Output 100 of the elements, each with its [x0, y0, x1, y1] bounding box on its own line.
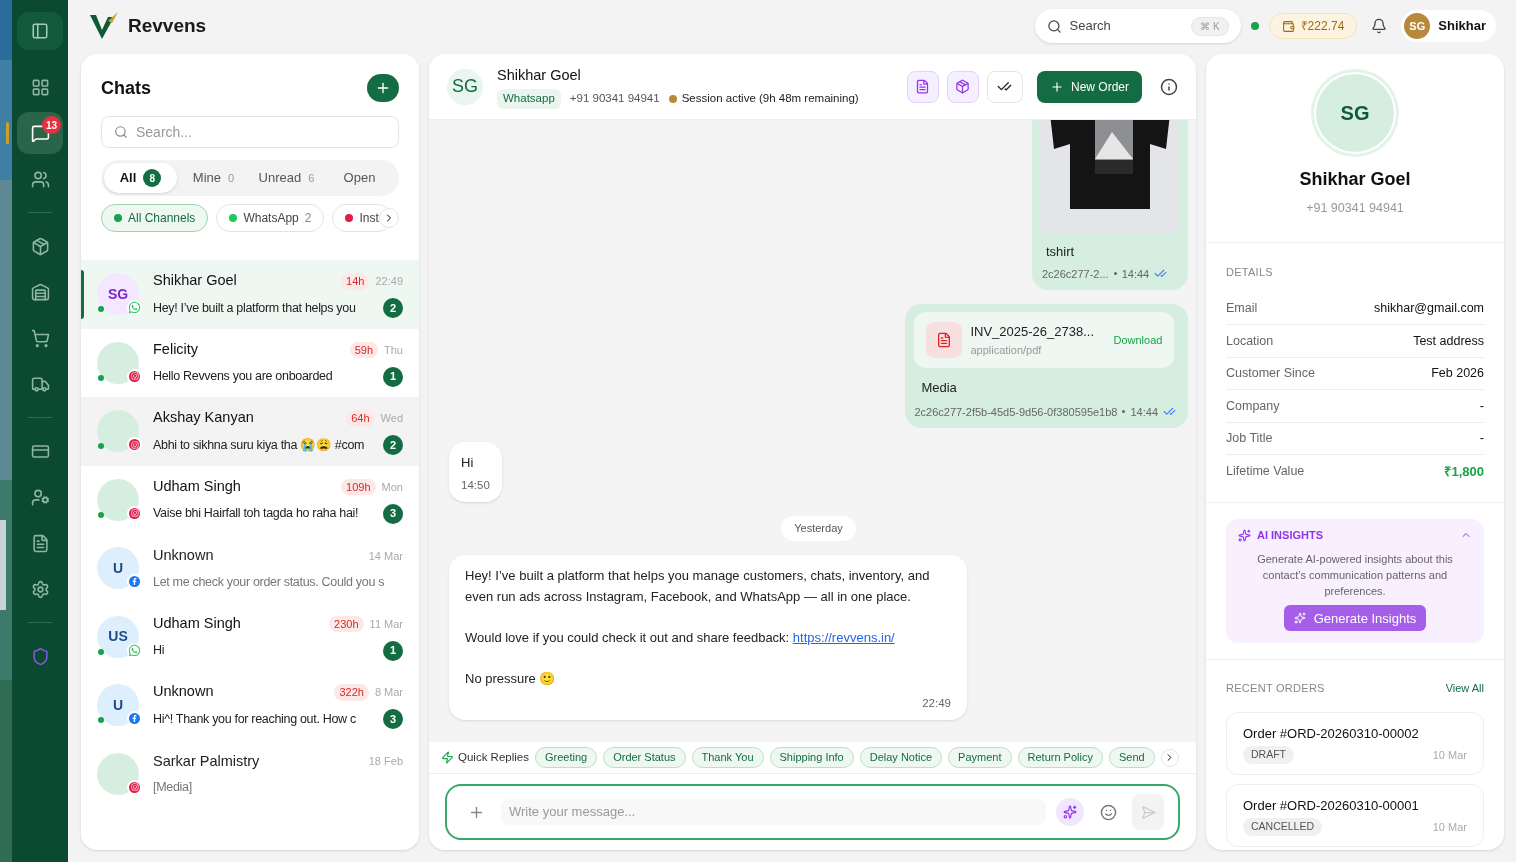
user-avatar: SG [1404, 13, 1431, 39]
message-preview: [Media] [153, 779, 193, 797]
message-preview: Hello Revvens you are onboarded [153, 368, 334, 386]
message-field[interactable]: Write your message... [501, 799, 1046, 825]
ai-insights-header[interactable]: AI INSIGHTS [1238, 526, 1472, 544]
order-card[interactable]: Order #ORD-20260310-00001 CANCELLED 10 Mar [1226, 783, 1484, 847]
wait-time-badge: 64h [346, 410, 375, 427]
message-preview: Hi [153, 642, 166, 660]
message-preview: Hey! I’ve built a platform that helps you [153, 299, 357, 317]
unread-count: 3 [383, 709, 403, 730]
contact-name: Sarkar Palmistry [153, 751, 261, 771]
unread-count: 2 [383, 435, 403, 456]
order-status: CANCELLED [1243, 818, 1323, 836]
contact-avatar: U [97, 684, 139, 727]
detail-label: Job Title [1226, 430, 1273, 448]
detail-label: Location [1226, 332, 1274, 350]
search-field[interactable]: Search... [101, 116, 399, 148]
date-separator: Yesterday [781, 516, 856, 541]
new-order-button[interactable]: New Order [1037, 70, 1142, 103]
conversation-item[interactable]: U Unknown 14 Mar Let me check your order status. Could you s [81, 534, 419, 603]
generate-insights-button[interactable]: Generate Insights [1283, 605, 1427, 632]
unread-count: 3 [383, 503, 403, 524]
unread-count: 1 [383, 640, 403, 661]
wallet-balance[interactable]: ₹222.74 [1268, 13, 1358, 39]
message-time: Wed [380, 411, 403, 426]
message-time: 14:44 [1130, 404, 1158, 420]
contact-name: Akshay Kanyan [153, 408, 255, 428]
panel-title: Chats [101, 76, 151, 100]
contact-avatar: US [97, 615, 139, 658]
wait-time-badge: 322h [334, 684, 369, 701]
unread-count: 2 [383, 298, 403, 319]
channel-chip[interactable]: All Channels [101, 204, 209, 232]
contact-phone: +91 90341 94941 [1306, 200, 1404, 217]
order-date: 10 Mar [1432, 747, 1467, 763]
shortcut-hint: ⌘ K [1191, 16, 1229, 36]
contact-name: Unknown [153, 546, 215, 565]
conversation-item[interactable]: Akshay Kanyan 64h Wed Abhi to sikhna suru kiya tha 😭😩 #com 2 [81, 397, 419, 466]
message-text: tshirt [1045, 243, 1076, 261]
message-time: 11 Mar [369, 616, 403, 632]
conversation-item[interactable]: Udham Singh 109h Mon Vaise bhi Hairfall toh tagda ho raha hai! 3 [81, 465, 419, 534]
message-id: 2c26c277-2f5b-45d5-9d56-0f380595e1b8 [914, 404, 1118, 420]
balance-amount: ₹222.74 [1300, 18, 1345, 35]
session-status: Session active (9h 48m remaining) [681, 91, 859, 107]
contact-name: Felicity [153, 339, 200, 359]
wait-time-badge: 14h [341, 273, 370, 290]
message-preview: Hi^! Thank you for reaching out. How c [153, 710, 357, 728]
message-preview: Vaise bhi Hairfall toh tagda ho raha hai! [153, 505, 360, 523]
quick-reply-chip[interactable]: Order Status [603, 747, 686, 768]
section-title: DETAILS [1226, 265, 1273, 278]
search-input[interactable]: Search... [136, 121, 386, 143]
user-name: Shikhar [1438, 17, 1486, 36]
order-status: DRAFT [1243, 746, 1294, 764]
contact-avatar: U [97, 547, 139, 590]
conversation-item[interactable]: SG Shikhar Goel 14h 22:49 Hey! I’ve built a platform that helps you 2 [81, 260, 419, 329]
message-time: 22:49 [375, 274, 403, 289]
filter-tab[interactable]: Unread 6 [250, 163, 323, 193]
detail-label: Customer Since [1226, 365, 1315, 383]
message-input[interactable]: Write your message... [509, 802, 1038, 822]
order-card[interactable]: Order #ORD-20260310-00002 DRAFT 10 Mar [1226, 711, 1484, 775]
contact-name: Shikhar Goel [497, 65, 582, 85]
view-all-link[interactable]: View All [1445, 680, 1484, 697]
contact-name: Unknown [153, 682, 215, 702]
wait-time-badge: 59h [349, 341, 379, 358]
quick-reply-chip[interactable]: Delay Notice [859, 747, 943, 768]
filter-tab[interactable]: All 8 [104, 163, 177, 193]
quick-reply-chip[interactable]: Return Policy [1017, 747, 1103, 768]
search-input[interactable]: Search [1069, 16, 1184, 36]
message-text: Hi [461, 454, 475, 472]
message-time: Mon [381, 479, 403, 495]
message-link[interactable]: https://revvens.in/ [792, 629, 895, 645]
filter-tab[interactable]: Mine 0 [177, 163, 250, 193]
conversation-item[interactable]: Felicity 59h Thu Hello Revvens you are onboarded 1 [81, 328, 419, 397]
contact-avatar: SG [447, 68, 483, 105]
quick-reply-chip[interactable]: Thank You [691, 747, 764, 768]
channel-tag: Whatsapp [497, 89, 561, 109]
ai-insights-text: Generate AI-powered insights about this contact’s communication patterns and preferences. [1256, 552, 1454, 600]
quick-replies-label: Quick Replies [441, 748, 529, 767]
message-text: Would love if you could check it out and share feedback: https://revvens.in/ [465, 628, 896, 647]
quick-reply-chip[interactable]: Shipping Info [769, 747, 854, 768]
message-time: 14:44 [1121, 266, 1150, 282]
detail-value: ₹1,800 [1444, 462, 1484, 481]
unread-count: 1 [383, 366, 403, 387]
conversation-item[interactable]: US Udham Singh 230h 11 Mar Hi 1 [81, 602, 419, 671]
message-text: Hey! I’ve built a platform that helps you manage customers, chats, inventory, and even run ads across Instagram, Facebook, and WhatsApp — all in one place. [465, 566, 931, 606]
message-preview: Let me check your order status. Could you s [153, 573, 386, 591]
filter-tab[interactable]: Open [323, 163, 396, 193]
message-time: 22:49 [921, 695, 951, 711]
detail-label: Email [1226, 300, 1258, 318]
quick-reply-chip[interactable]: Greeting [534, 747, 598, 768]
detail-value: - [1479, 397, 1484, 415]
conversation-item[interactable]: U Unknown 322h 8 Mar Hi^! Thank you for reaching out. How c 3 [81, 671, 419, 740]
message-time: 18 Feb [368, 754, 403, 770]
quick-reply-chip[interactable]: Send [1108, 747, 1155, 768]
message-id: 2c26c277-2... [1042, 266, 1109, 282]
conversation-item[interactable]: Sarkar Palmistry 18 Feb [Media] [81, 739, 419, 808]
order-date: 10 Mar [1432, 819, 1467, 835]
quick-reply-chip[interactable]: Payment [948, 747, 1012, 768]
message-time: Thu [384, 342, 403, 358]
user-menu[interactable]: SG Shikhar [1401, 10, 1496, 42]
brand-name: Revvens [128, 13, 207, 38]
